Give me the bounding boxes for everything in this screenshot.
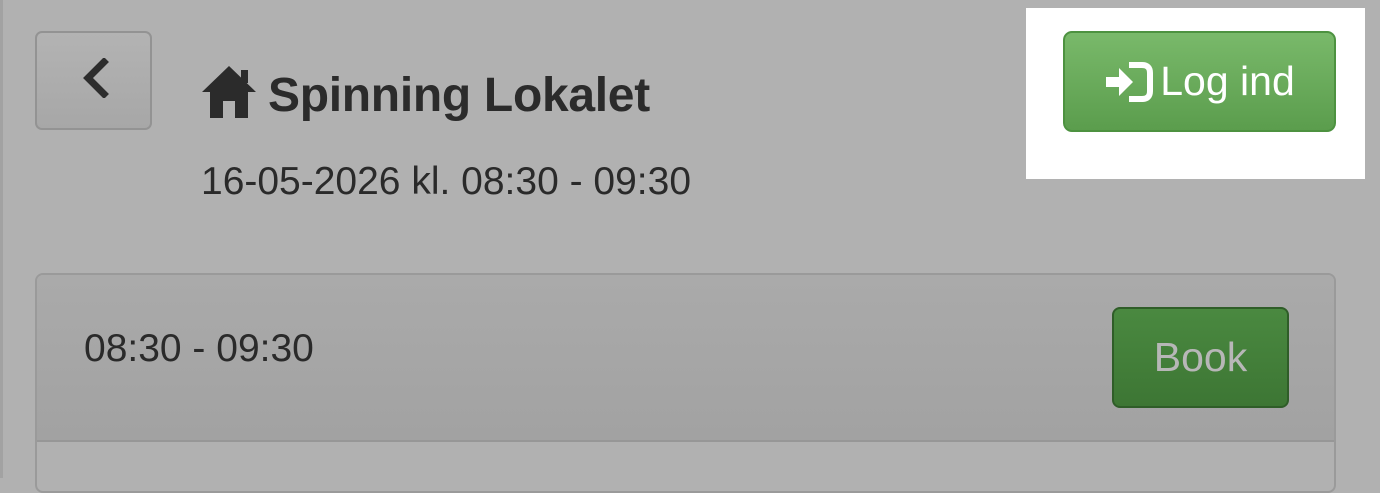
login-label: Log ind xyxy=(1160,58,1295,104)
page-edge xyxy=(0,0,3,478)
page-title: Spinning Lokalet xyxy=(268,68,650,122)
booking-panel: 08:30 - 09:30 Book xyxy=(35,273,1336,493)
title-row: Spinning Lokalet xyxy=(200,60,650,130)
slot-row: 08:30 - 09:30 Book xyxy=(37,275,1334,442)
chevron-left-icon xyxy=(82,57,109,98)
back-button[interactable] xyxy=(35,31,152,130)
slot-time: 08:30 - 09:30 xyxy=(84,327,314,370)
sign-in-icon xyxy=(1106,61,1154,102)
session-datetime: 16-05-2026 kl. 08:30 - 09:30 xyxy=(201,160,692,203)
home-icon xyxy=(202,66,256,118)
book-button[interactable]: Book xyxy=(1112,307,1289,408)
login-button[interactable]: Log ind xyxy=(1063,31,1336,132)
